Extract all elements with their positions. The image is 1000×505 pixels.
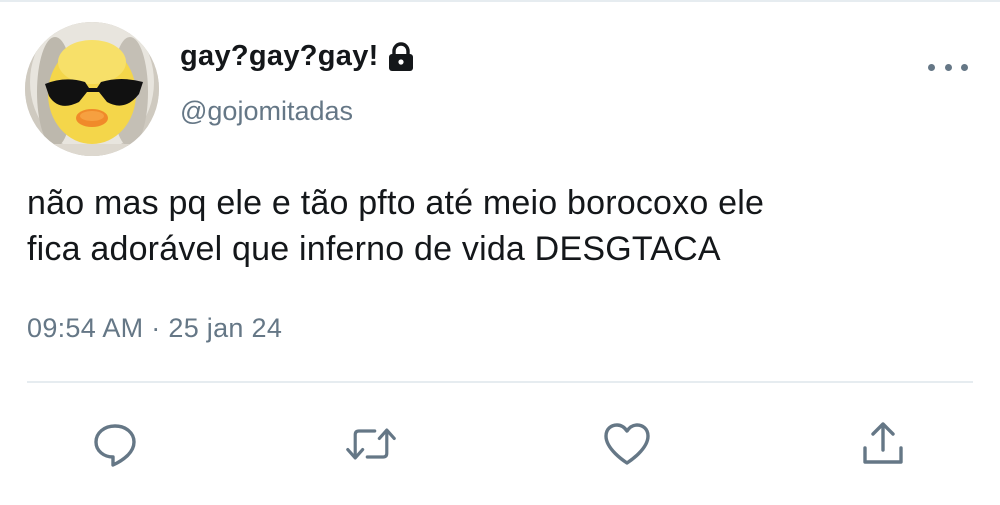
more-dot-icon	[928, 63, 935, 71]
tweet-text-line: não mas pq ele e tão pfto até meio boroc…	[27, 184, 765, 222]
more-dot-icon	[961, 63, 968, 71]
tweet-text: não mas pq ele e tão pfto até meio boroc…	[27, 180, 977, 272]
reply-button[interactable]	[89, 418, 141, 470]
retweet-button[interactable]	[345, 418, 397, 470]
display-name-text[interactable]: gay?gay?gay!	[180, 40, 379, 73]
action-divider	[27, 381, 973, 383]
more-dot-icon	[944, 63, 952, 71]
share-button[interactable]	[857, 418, 909, 470]
retweet-icon	[346, 428, 396, 460]
tweet-text-line: fica adorável que inferno de vida DESGTA…	[27, 230, 721, 268]
top-divider	[0, 0, 1000, 2]
avatar[interactable]	[25, 22, 159, 156]
handle[interactable]: @gojomitadas	[180, 96, 353, 127]
heart-icon	[604, 423, 650, 465]
tweet-timestamp[interactable]: 09:54 AM · 25 jan 24	[27, 313, 282, 344]
like-button[interactable]	[601, 418, 653, 470]
share-icon	[863, 422, 903, 464]
more-options-button[interactable]	[928, 55, 968, 79]
avatar-duck-image	[25, 22, 159, 156]
display-name[interactable]: gay?gay?gay!	[180, 40, 415, 73]
lock-icon	[387, 41, 415, 72]
reply-icon	[94, 424, 136, 467]
